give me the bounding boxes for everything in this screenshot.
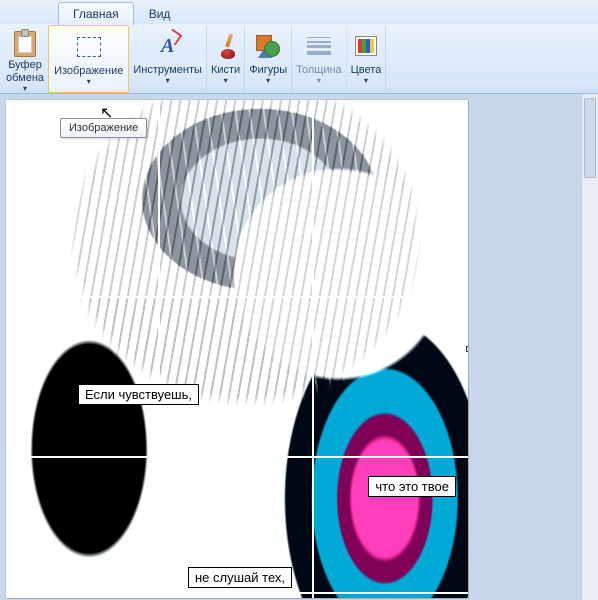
canvas-image: [6, 100, 468, 598]
image-caption-1: Если чувствуешь,: [78, 384, 199, 405]
resize-handle-right[interactable]: [466, 346, 468, 352]
select-rect-icon: [77, 37, 101, 57]
shapes-icon: [256, 35, 280, 57]
tab-main[interactable]: Главная: [58, 2, 134, 25]
ribbon-group-clipboard[interactable]: Буфер обмена ▾: [2, 26, 49, 93]
brush-icon: [215, 33, 237, 59]
chevron-down-icon: ▾: [166, 76, 170, 85]
ribbon-label-clipboard: Буфер обмена: [6, 59, 44, 85]
ribbon: Буфер обмена ▾ Изображение ▾ A Инструмен…: [0, 24, 598, 94]
ribbon-tabs: Главная Вид: [0, 0, 598, 24]
tab-view[interactable]: Вид: [134, 2, 186, 25]
line-weight-icon: [307, 37, 331, 55]
clipboard-icon: [14, 31, 36, 57]
ribbon-group-image[interactable]: Изображение ▾: [48, 25, 129, 93]
text-tool-icon: A: [161, 35, 174, 58]
ribbon-group-shapes[interactable]: Фигуры ▾: [245, 26, 292, 93]
ribbon-group-brushes[interactable]: Кисти ▾: [207, 26, 245, 93]
chevron-down-icon: ▾: [317, 76, 321, 85]
ribbon-group-colors[interactable]: Цвета ▾: [347, 26, 387, 93]
chevron-down-icon: ▾: [364, 76, 368, 85]
color-palette-icon: [355, 36, 377, 56]
chevron-down-icon: ▾: [224, 76, 228, 85]
canvas[interactable]: Если чувствуешь, что это твое не слушай …: [6, 100, 468, 598]
scrollbar-thumb[interactable]: [584, 98, 596, 178]
chevron-down-icon: ▾: [266, 76, 270, 85]
tooltip-image-group: Изображение: [60, 118, 147, 138]
vertical-scrollbar[interactable]: [581, 94, 598, 600]
ribbon-group-tools[interactable]: A Инструменты ▾: [129, 26, 207, 93]
chevron-down-icon: ▾: [23, 84, 27, 93]
workspace: Если чувствуешь, что это твое не слушай …: [0, 94, 598, 600]
ribbon-group-thickness: Толщина ▾: [292, 26, 347, 93]
chevron-down-icon: ▾: [87, 77, 91, 86]
image-caption-3: не слушай тех,: [188, 567, 292, 588]
image-caption-2: что это твое: [368, 476, 456, 497]
